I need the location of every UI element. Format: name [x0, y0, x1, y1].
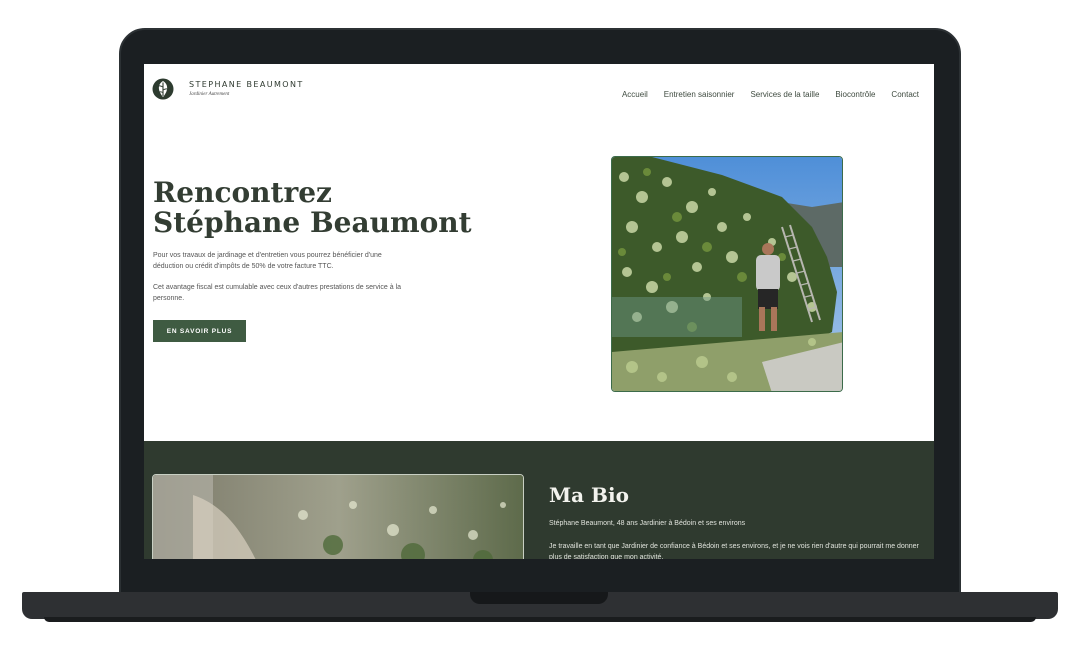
leaf-logo-icon[interactable] — [152, 78, 174, 100]
brand-tagline: Jardinier Autrement — [189, 92, 230, 97]
hero-paragraph-2: Cet avantage fiscal est cumulable avec c… — [153, 284, 402, 302]
bio-section: Ma Bio Stéphane Beaumont, 48 ans Jardini… — [144, 441, 934, 559]
brand-name[interactable]: STEPHANE BEAUMONT — [189, 80, 304, 89]
bio-subtitle: Stéphane Beaumont, 48 ans Jardinier à Bé… — [549, 520, 746, 527]
nav-item-entretien-saisonnier[interactable]: Entretien saisonnier — [664, 90, 735, 99]
learn-more-button[interactable]: EN SAVOIR PLUS — [153, 320, 246, 342]
nav-item-services-taille[interactable]: Services de la taille — [750, 90, 819, 99]
main-nav: Accueil Entretien saisonnier Services de… — [622, 90, 919, 99]
nav-item-accueil[interactable]: Accueil — [622, 90, 648, 99]
laptop-screen: STEPHANE BEAUMONT Jardinier Autrement Ac… — [144, 64, 934, 559]
hedge-photo-illustration — [612, 157, 842, 391]
bio-text: Je travaille en tant que Jardinier de co… — [549, 543, 919, 559]
site-header: STEPHANE BEAUMONT Jardinier Autrement Ac… — [144, 64, 934, 126]
bio-title: Ma Bio — [549, 483, 629, 507]
hero-paragraph-1: Pour vos travaux de jardinage et d'entre… — [153, 252, 382, 270]
nav-item-biocontrole[interactable]: Biocontrôle — [835, 90, 875, 99]
hero-photo-hedge-trimming — [611, 156, 843, 392]
laptop-notch — [470, 592, 608, 604]
hero-title-line-1: Rencontrez — [153, 176, 332, 209]
bio-photo — [152, 474, 524, 559]
nav-item-contact[interactable]: Contact — [891, 90, 919, 99]
hero-title-line-2: Stéphane Beaumont — [153, 206, 472, 239]
hero-title: Rencontrez Stéphane Beaumont — [153, 178, 483, 238]
bio-photo-illustration — [153, 475, 523, 559]
laptop-base-edge — [44, 617, 1036, 622]
